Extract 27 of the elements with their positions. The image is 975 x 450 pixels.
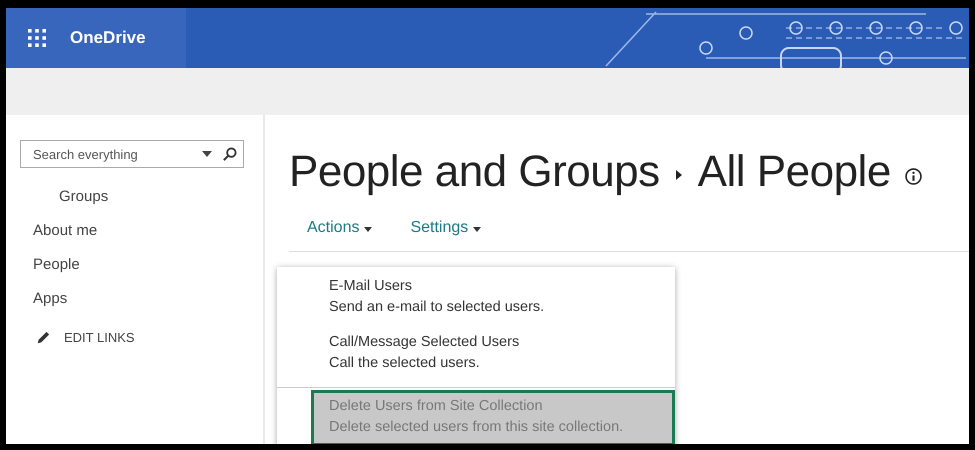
menu-item-description: Send an e-mail to selected users. [329,298,546,317]
nav-link[interactable]: People [20,248,263,282]
page-title[interactable]: People and Groups [289,147,660,197]
nav-link[interactable]: Apps [20,282,263,316]
search-icon[interactable] [222,146,237,162]
menu-item-description: Call the selected users. [329,354,481,373]
caret-icon [473,227,482,232]
menu-item-description: Delete selected users from this site collection. [329,418,624,437]
page-title: All People [698,147,891,197]
caret-icon [364,227,372,232]
breadcrumb-arrow-icon [676,170,682,180]
menu-item-title: Call/Message Selected Users [329,333,520,352]
edit-links-link[interactable]: EDIT LINKS [64,330,135,345]
nav-link[interactable]: About me [20,214,263,248]
menu-item[interactable]: E-Mail Users Send an e-mail to selected users. [277,273,675,323]
info-icon[interactable] [904,168,922,184]
app-launcher-icon[interactable] [28,29,46,47]
nav-link[interactable]: Groups [20,180,263,214]
menu-item[interactable]: Call/Message Selected Users Call the selected users. [277,329,675,379]
app-title[interactable]: OneDrive [70,28,146,48]
dropdown-caret-icon[interactable] [202,151,212,157]
toolbar-menu-button[interactable]: Settings [410,219,482,237]
menu-item-title: E-Mail Users [329,277,413,296]
toolbar-menu-button[interactable]: Actions [307,219,372,237]
search-box[interactable]: Search everything [20,140,244,168]
pencil-icon [36,330,50,344]
menu-item-title: Delete Users from Site Collection [329,397,544,416]
